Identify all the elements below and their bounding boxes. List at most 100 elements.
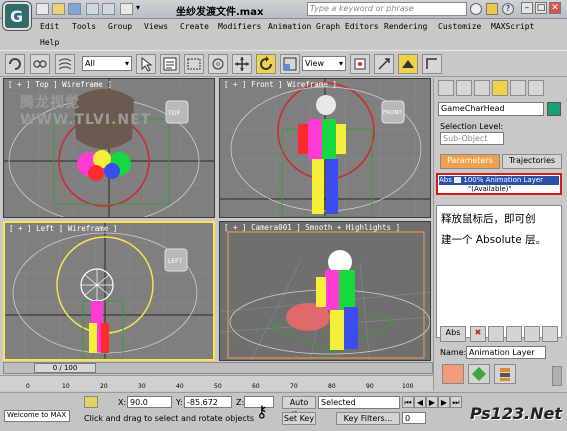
- viewport-camera[interactable]: [ + ] Camera001 ] Smooth + Highlights ]: [219, 221, 431, 361]
- chevron-down-icon: ▾: [338, 59, 343, 68]
- star-icon[interactable]: [486, 3, 498, 15]
- project-folder-icon[interactable]: [120, 3, 133, 15]
- window-crossing-icon[interactable]: [208, 54, 228, 74]
- search-icon[interactable]: [470, 3, 482, 15]
- maxscript-listener[interactable]: Welcome to MAX: [4, 410, 70, 422]
- select-scale-icon[interactable]: [280, 54, 300, 74]
- create-tab-icon[interactable]: [438, 80, 454, 96]
- key-mode-dropdown[interactable]: Selected: [318, 396, 400, 409]
- next-frame-icon[interactable]: ▶: [438, 396, 450, 408]
- delete-layer-icon[interactable]: ✖: [470, 326, 486, 342]
- menu-customize[interactable]: Customize: [438, 22, 481, 31]
- menu-maxscript[interactable]: MAXScript: [491, 22, 534, 31]
- quick-access-dropdown-icon[interactable]: ▾: [136, 3, 144, 15]
- layer-row-label: 100% Animation Layer: [463, 176, 544, 184]
- time-slider[interactable]: 0 / 100: [3, 362, 433, 374]
- x-coordinate-field[interactable]: 90.0: [127, 396, 172, 408]
- modify-tab-icon[interactable]: [456, 80, 472, 96]
- animation-layer-row[interactable]: Abs 100% Animation Layer: [439, 176, 559, 185]
- viewport-camera-label[interactable]: [ + ] Camera001 ] Smooth + Highlights ]: [224, 223, 400, 232]
- menu-rendering[interactable]: Rendering: [384, 22, 427, 31]
- y-coordinate-field[interactable]: -85.672: [184, 396, 232, 408]
- menu-help[interactable]: Help: [40, 38, 59, 47]
- viewcube-left-icon[interactable]: LEFT: [168, 258, 182, 265]
- menu-tools[interactable]: Tools: [72, 22, 96, 31]
- menu-create[interactable]: Create: [180, 22, 209, 31]
- open-file-icon[interactable]: [52, 3, 65, 15]
- utilities-tab-icon[interactable]: [528, 80, 544, 96]
- select-rotate-icon[interactable]: [256, 54, 276, 74]
- key-icon[interactable]: ⚷: [256, 402, 268, 421]
- tab-parameters[interactable]: Parameters: [440, 154, 500, 169]
- select-object-icon[interactable]: [136, 54, 156, 74]
- select-manipulate-icon[interactable]: [374, 54, 394, 74]
- viewport-left[interactable]: [ + ] Left ] Wireframe ] LEFT: [3, 221, 215, 361]
- panel-scrollbar[interactable]: [552, 366, 562, 386]
- redo-icon[interactable]: [102, 3, 115, 15]
- hierarchy-tab-icon[interactable]: [474, 80, 490, 96]
- prev-frame-icon[interactable]: ◀: [414, 396, 426, 408]
- mini-curve-editor-icon[interactable]: [12, 376, 24, 390]
- undo-tool-icon[interactable]: [5, 54, 25, 74]
- bind-spacewarp-icon[interactable]: [55, 54, 75, 74]
- pivot-center-icon[interactable]: [350, 54, 370, 74]
- display-tab-icon[interactable]: [510, 80, 526, 96]
- layer-controller-icon[interactable]: [468, 364, 490, 384]
- goto-end-icon[interactable]: ⏭: [450, 396, 462, 408]
- auto-key-button[interactable]: Auto Key: [282, 396, 316, 419]
- select-by-name-icon[interactable]: [160, 54, 180, 74]
- object-name-field[interactable]: GameCharHead: [438, 102, 544, 116]
- key-filters-button[interactable]: Key Filters...: [336, 412, 400, 425]
- menu-graph-editors[interactable]: Graph Editors: [316, 22, 379, 31]
- menu-group[interactable]: Group: [108, 22, 132, 31]
- new-file-icon[interactable]: [36, 3, 49, 15]
- collapse-layer-icon[interactable]: [524, 326, 540, 342]
- layer-properties-icon[interactable]: [442, 364, 464, 384]
- viewport-left-label[interactable]: [ + ] Left ] Wireframe ]: [9, 224, 117, 233]
- cut-layer-icon[interactable]: [488, 326, 504, 342]
- viewport-front-label[interactable]: [ + ] Front ] Wireframe ]: [224, 80, 337, 89]
- add-abs-layer-button[interactable]: Abs: [440, 326, 466, 342]
- help-icon[interactable]: ?: [502, 3, 514, 15]
- lock-selection-icon[interactable]: [84, 396, 98, 408]
- layer-name-field[interactable]: Animation Layer: [466, 346, 546, 359]
- viewport-top[interactable]: [ + ] Top ] Wireframe ] TOP 腾龙视觉 WWW.TLV…: [3, 78, 215, 218]
- play-icon[interactable]: ▶: [426, 396, 438, 408]
- time-slider-thumb[interactable]: 0 / 100: [34, 363, 96, 373]
- undo-icon[interactable]: [86, 3, 99, 15]
- rect-selection-region-icon[interactable]: [184, 54, 204, 74]
- close-button[interactable]: ✕: [549, 2, 561, 14]
- window-title: 坐纱发渡文件.max: [176, 7, 264, 18]
- viewport-top-label[interactable]: [ + ] Top ] Wireframe ]: [8, 80, 112, 89]
- motion-tab-icon[interactable]: [492, 80, 508, 96]
- minimize-button[interactable]: –: [521, 2, 533, 14]
- current-frame-field[interactable]: 0: [402, 412, 426, 424]
- disable-layer-icon[interactable]: [542, 326, 558, 342]
- menu-modifiers[interactable]: Modifiers: [218, 22, 261, 31]
- tick-50: 50: [214, 383, 222, 390]
- sub-object-dropdown[interactable]: Sub-Object: [440, 132, 504, 145]
- layer-select-icon[interactable]: [494, 364, 516, 384]
- search-input[interactable]: Type a keyword or phrase: [307, 2, 467, 16]
- save-file-icon[interactable]: [68, 3, 81, 15]
- tab-trajectories[interactable]: Trajectories: [502, 154, 562, 169]
- reference-coordinate-dropdown[interactable]: View ▾: [302, 56, 346, 71]
- viewcube-front-icon[interactable]: FRONT: [383, 110, 402, 116]
- keyboard-shortcut-override-icon[interactable]: [398, 54, 418, 74]
- goto-start-icon[interactable]: ⏮: [402, 396, 414, 408]
- paste-layer-icon[interactable]: [506, 326, 522, 342]
- select-link-icon[interactable]: [30, 54, 50, 74]
- menu-views[interactable]: Views: [144, 22, 168, 31]
- maximize-button[interactable]: □: [535, 2, 547, 14]
- layer-type-prefix: Abs: [439, 176, 452, 184]
- object-color-swatch[interactable]: [547, 102, 561, 116]
- app-menu-button[interactable]: G: [3, 2, 31, 30]
- viewport-front[interactable]: [ + ] Front ] Wireframe ] FRONT: [219, 78, 431, 218]
- track-bar[interactable]: 0 10 20 30 40 50 60 70 80 90 100: [0, 375, 433, 391]
- menu-animation[interactable]: Animation: [268, 22, 311, 31]
- menu-edit[interactable]: Edit: [40, 22, 59, 31]
- selection-filter-dropdown[interactable]: All ▾: [82, 56, 132, 71]
- snaps-toggle-icon[interactable]: [422, 54, 442, 74]
- select-move-icon[interactable]: [232, 54, 252, 74]
- set-key-button[interactable]: Set Key: [282, 412, 316, 425]
